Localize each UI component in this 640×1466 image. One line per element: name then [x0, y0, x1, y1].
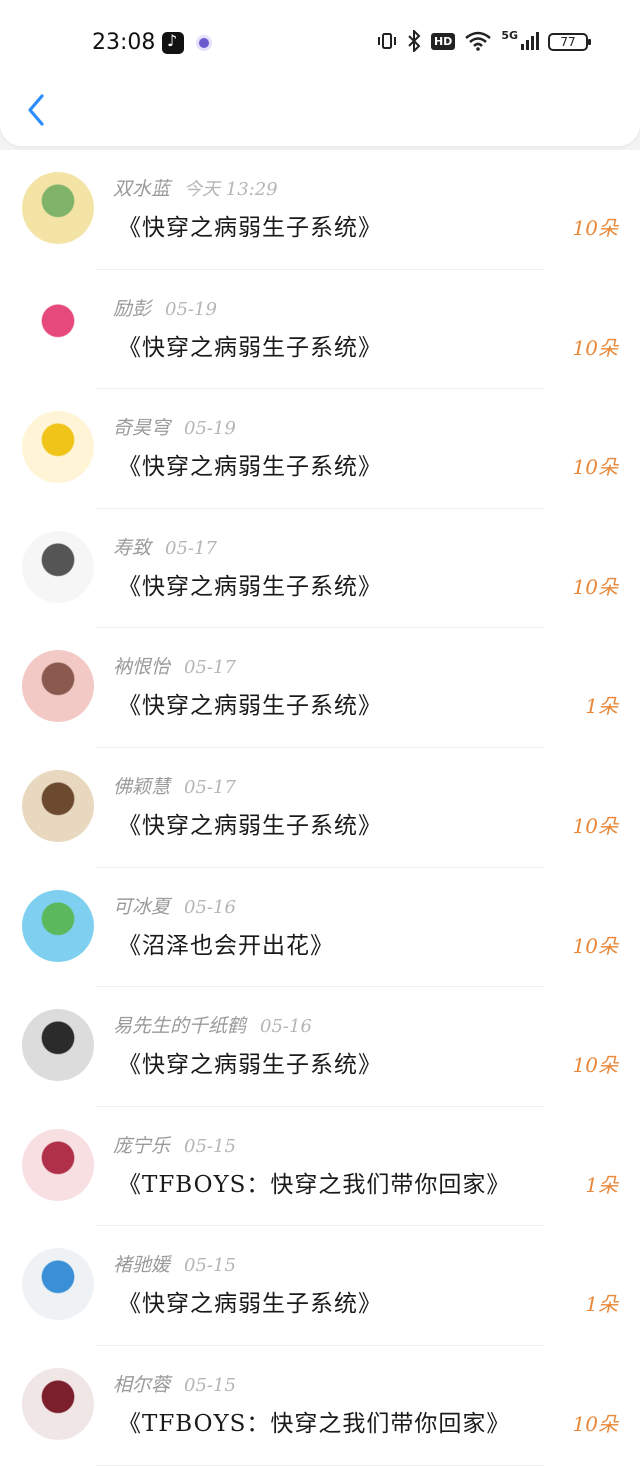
bluetooth-icon	[408, 30, 421, 52]
list-item[interactable]: 励彭 05-19 《快穿之病弱生子系统》 10朵	[0, 269, 640, 390]
flower-count: 10朵	[572, 574, 618, 599]
flower-count: 10朵	[572, 933, 618, 958]
list-item[interactable]: 寿致 05-17 《快穿之病弱生子系统》 10朵	[0, 508, 640, 629]
flower-count: 10朵	[572, 335, 618, 360]
back-button[interactable]	[22, 92, 52, 128]
avatar[interactable]	[22, 889, 94, 962]
avatar[interactable]	[22, 650, 94, 723]
book-title[interactable]: 《TFBOYS：快穿之我们带你回家》	[118, 1404, 510, 1438]
send-date: 05-17	[184, 776, 236, 798]
vibrate-icon	[377, 33, 396, 49]
sender-line: 佛颖慧 05-17	[113, 772, 236, 799]
book-title[interactable]: 《快穿之病弱生子系统》	[118, 806, 382, 840]
network-type: 5G	[501, 28, 518, 42]
hd-badge: HD	[430, 32, 456, 50]
gift-record-list: 双水蓝 今天 13:29 《快穿之病弱生子系统》 10朵 励彭 05-19 《快穿之病弱生子…	[0, 150, 640, 1466]
book-title[interactable]: 《沼泽也会开出花》	[118, 926, 334, 960]
flower-count: 10朵	[572, 216, 618, 240]
sender-name[interactable]: 褚驰媛	[113, 1254, 170, 1276]
flower-count: 1朵	[585, 1172, 618, 1197]
sender-name[interactable]: 佛颖慧	[113, 776, 170, 798]
flower-count: 10朵	[572, 455, 618, 480]
sender-name[interactable]: 励彭	[113, 298, 151, 320]
status-bar: 23:08 HD 5G	[0, 20, 640, 66]
send-date: 今天 13:29	[184, 179, 278, 200]
flower-count: 1朵	[585, 694, 618, 719]
battery-indicator: 77	[548, 33, 591, 51]
list-item[interactable]: 衲恨怡 05-17 《快穿之病弱生子系统》 1朵	[0, 628, 640, 748]
sender-line: 相尔蓉 05-15	[113, 1370, 236, 1397]
sender-name[interactable]: 可冰夏	[113, 896, 170, 918]
send-date: 05-15	[184, 1374, 236, 1396]
sender-line: 奇昊穹 05-19	[113, 413, 236, 440]
book-title[interactable]: 《TFBOYS：快穿之我们带你回家》	[118, 1165, 510, 1199]
book-title[interactable]: 《快穿之病弱生子系统》	[118, 328, 382, 362]
list-item[interactable]: 褚驰媛 05-15 《快穿之病弱生子系统》 1朵	[0, 1226, 640, 1346]
book-title[interactable]: 《快穿之病弱生子系统》	[118, 447, 382, 481]
sender-name[interactable]: 相尔蓉	[113, 1374, 170, 1396]
book-title[interactable]: 《快穿之病弱生子系统》	[118, 1284, 382, 1318]
list-item[interactable]: 奇昊穹 05-19 《快穿之病弱生子系统》 10朵	[0, 389, 640, 509]
sender-line: 褚驰媛 05-15	[113, 1250, 236, 1277]
avatar[interactable]	[22, 291, 94, 364]
sender-name[interactable]: 寿致	[113, 537, 151, 559]
flower-count: 10朵	[572, 1411, 618, 1436]
book-title[interactable]: 《快穿之病弱生子系统》	[118, 567, 382, 601]
flower-count: 10朵	[572, 1053, 618, 1078]
flower-count: 10朵	[572, 813, 618, 838]
sender-name[interactable]: 衲恨怡	[113, 656, 170, 678]
send-date: 05-15	[184, 1135, 236, 1157]
send-date: 05-19	[165, 298, 217, 320]
divider	[96, 1464, 544, 1466]
avatar[interactable]	[22, 1128, 94, 1201]
avatar[interactable]	[22, 172, 94, 244]
send-date: 05-15	[184, 1255, 236, 1277]
book-title[interactable]: 《快穿之病弱生子系统》	[118, 208, 382, 242]
list-item[interactable]: 可冰夏 05-16 《沼泽也会开出花》 10朵	[0, 867, 640, 988]
list-item[interactable]: 相尔蓉 05-15 《TFBOYS：快穿之我们带你回家》 10朵	[0, 1345, 640, 1466]
sender-line: 寿致 05-17	[113, 533, 217, 560]
book-title[interactable]: 《快穿之病弱生子系统》	[118, 686, 382, 720]
status-time: 23:08	[92, 30, 156, 55]
sender-line: 双水蓝 今天 13:29	[113, 174, 278, 201]
avatar[interactable]	[22, 1248, 94, 1321]
system-icons: HD 5G	[377, 28, 540, 52]
signal-icon	[521, 32, 539, 50]
send-date: 05-16	[260, 1016, 312, 1038]
send-date: 05-16	[184, 896, 236, 918]
list-item[interactable]: 易先生的千纸鹤 05-16 《快穿之病弱生子系统》 10朵	[0, 987, 640, 1107]
avatar[interactable]	[22, 530, 94, 603]
avatar[interactable]	[22, 1367, 94, 1440]
tiktok-icon	[162, 31, 184, 54]
send-date: 05-17	[184, 657, 236, 679]
sender-line: 励彭 05-19	[113, 294, 217, 321]
sender-line: 可冰夏 05-16	[113, 892, 236, 919]
chevron-left-icon	[28, 94, 44, 126]
wifi-icon	[465, 31, 492, 51]
avatar[interactable]	[22, 1009, 94, 1082]
send-date: 05-19	[184, 418, 236, 440]
sender-name[interactable]: 双水蓝	[113, 178, 170, 200]
book-title[interactable]: 《快穿之病弱生子系统》	[118, 1045, 382, 1079]
sender-name[interactable]: 奇昊穹	[113, 417, 170, 439]
circle-app-icon	[196, 35, 212, 51]
sender-line: 易先生的千纸鹤 05-16	[113, 1011, 312, 1038]
flower-count: 1朵	[585, 1292, 618, 1317]
avatar[interactable]	[22, 769, 94, 842]
top-bar: 23:08 HD 5G	[0, 0, 640, 146]
list-item[interactable]: 双水蓝 今天 13:29 《快穿之病弱生子系统》 10朵	[0, 150, 640, 270]
sender-line: 衲恨怡 05-17	[113, 652, 236, 679]
avatar[interactable]	[22, 411, 94, 484]
send-date: 05-17	[165, 537, 217, 559]
list-item[interactable]: 佛颖慧 05-17 《快穿之病弱生子系统》 10朵	[0, 747, 640, 868]
list-item[interactable]: 庞宁乐 05-15 《TFBOYS：快穿之我们带你回家》 1朵	[0, 1106, 640, 1227]
sender-line: 庞宁乐 05-15	[113, 1131, 236, 1158]
sender-name[interactable]: 易先生的千纸鹤	[113, 1015, 246, 1037]
sender-name[interactable]: 庞宁乐	[113, 1135, 170, 1157]
